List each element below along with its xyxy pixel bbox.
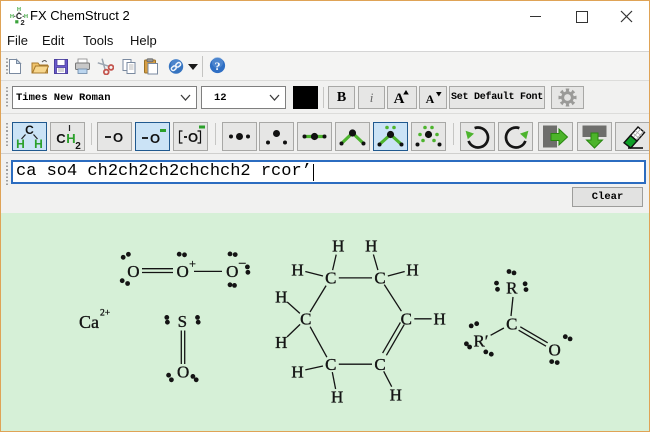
svg-text:H: H (16, 137, 25, 150)
svg-text:O: O (188, 130, 198, 145)
svg-text:C: C (374, 269, 385, 288)
svg-text:O: O (150, 131, 160, 146)
svg-text:2: 2 (75, 141, 81, 150)
svg-text:H: H (275, 287, 287, 306)
svg-text:H: H (34, 137, 43, 150)
svg-text:O: O (176, 262, 188, 281)
svg-text:O: O (548, 340, 560, 359)
svg-text:H: H (275, 333, 287, 352)
svg-text:C: C (325, 269, 336, 288)
svg-text:A: A (394, 91, 405, 107)
svg-text:A: A (426, 92, 435, 106)
svg-text:C: C (401, 310, 412, 329)
svg-text:H: H (291, 260, 303, 279)
svg-text:H: H (10, 14, 14, 20)
svg-text:H: H (365, 237, 377, 256)
svg-text:H: H (433, 310, 445, 329)
svg-text:C: C (300, 310, 311, 329)
svg-text:2+: 2+ (100, 309, 110, 319)
svg-text:?: ? (215, 59, 221, 73)
svg-text:C: C (25, 123, 34, 137)
svg-text:S: S (178, 312, 187, 331)
svg-text:H: H (406, 260, 418, 279)
svg-text:H: H (332, 237, 344, 256)
svg-text:C: C (506, 314, 517, 333)
svg-text:H: H (291, 362, 303, 381)
svg-text:–: – (238, 255, 246, 270)
svg-text:C: C (56, 131, 66, 146)
svg-text:C: C (374, 355, 385, 374)
svg-text:2: 2 (21, 18, 25, 26)
svg-text:Rʹ: Rʹ (473, 331, 488, 350)
svg-text:R: R (506, 279, 518, 298)
svg-text:O: O (226, 262, 238, 281)
svg-text:H: H (331, 387, 343, 406)
svg-text:O: O (177, 362, 189, 381)
svg-text:+: + (189, 257, 196, 271)
svg-text:O: O (127, 262, 139, 281)
svg-text:C: C (325, 355, 336, 374)
svg-text:H: H (390, 385, 402, 404)
svg-text:O: O (113, 130, 123, 145)
svg-text:Ca: Ca (79, 312, 99, 332)
